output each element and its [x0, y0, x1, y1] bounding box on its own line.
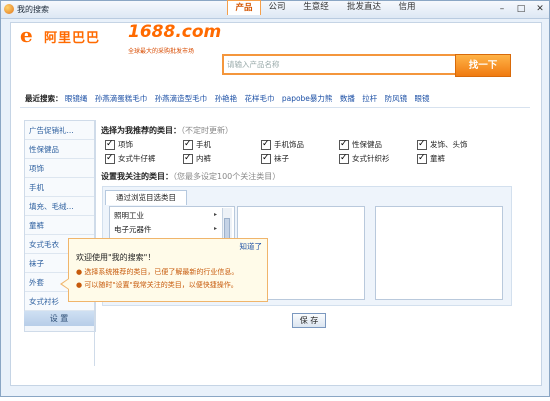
recent-search-link[interactable]: 防风镜 [385, 94, 408, 103]
focus-heading-text: 设置我关注的类目： [101, 172, 173, 181]
category-checkbox[interactable]: 手机 [183, 138, 211, 151]
recent-search-link[interactable]: 眼镜绳 [65, 94, 88, 103]
alibaba-logo[interactable]: e 阿里巴巴 [20, 24, 120, 46]
site-logo-text: 1688.com [128, 22, 222, 42]
checkbox-label: 袜子 [274, 154, 289, 163]
checkbox-icon[interactable] [183, 138, 193, 150]
search-button[interactable]: 找一下 [455, 54, 511, 77]
recent-search-link[interactable]: 眼镜 [415, 94, 430, 103]
search-tab-companies[interactable]: 公司 [262, 0, 292, 14]
category-item[interactable]: 照明工业 [114, 210, 144, 221]
checkbox-icon[interactable] [417, 152, 427, 164]
checkbox-label: 童裤 [430, 154, 445, 163]
category-item[interactable]: 电子元器件 [114, 224, 152, 235]
recommended-note: （不定时更新） [181, 126, 233, 135]
sidebar-item[interactable]: 广告促销礼... [25, 121, 95, 140]
recent-search-link[interactable]: 孙艳艳 [215, 94, 238, 103]
checkbox-icon[interactable] [339, 152, 349, 164]
checkbox-icon[interactable] [105, 152, 115, 164]
tab-browse-categories[interactable]: 通过浏览目选类目 [105, 190, 187, 205]
checkbox-icon[interactable] [105, 138, 115, 150]
category-checkbox[interactable]: 袜子 [261, 152, 289, 165]
recommended-heading: 选择为我推荐的类目：（不定时更新） [101, 125, 233, 136]
maximize-button[interactable]: □ [513, 2, 529, 16]
search-tab-business[interactable]: 生意经 [298, 0, 334, 14]
sidebar-item[interactable]: 性保健品 [25, 140, 95, 159]
checkbox-label: 内裤 [196, 154, 211, 163]
recent-search-link[interactable]: papobe暴力熊 [282, 94, 333, 103]
recent-searches: 最近搜索： 眼镜绳 孙燕滴蛋糕毛巾 孙燕滴造型毛巾 孙艳艳 花样毛巾 papob… [25, 93, 435, 104]
tooltip-line: ● 可以随时"设置"我常关注的类目，以便快捷操作。 [76, 281, 238, 289]
settings-button[interactable]: 设 置 [24, 311, 94, 326]
tooltip-dismiss-link[interactable]: 知道了 [240, 241, 263, 252]
checkbox-label: 女式牛仔裤 [118, 154, 156, 163]
checkbox-label: 女式针织衫 [352, 154, 390, 163]
tooltip-line: ● 选择系统推荐的类目，已便了解最新的行业信息。 [76, 268, 239, 276]
close-button[interactable]: ✕ [532, 2, 548, 16]
search-tab-credit[interactable]: 信用 [394, 0, 420, 14]
checkbox-label: 发饰、头饰 [430, 140, 468, 149]
recent-search-link[interactable]: 孙燕滴造型毛巾 [155, 94, 208, 103]
checkbox-icon[interactable] [417, 138, 427, 150]
site-logo[interactable]: 1688.com 全球最大的采购批发市场 [128, 22, 222, 56]
recent-search-link[interactable]: 拉杆 [362, 94, 377, 103]
category-checkbox[interactable]: 女式针织衫 [339, 152, 390, 165]
chevron-right-icon: ▸ [214, 225, 218, 232]
recommended-heading-text: 选择为我推荐的类目： [101, 126, 181, 135]
scrollbar-thumb[interactable] [224, 218, 230, 240]
recent-search-link[interactable]: 花样毛巾 [244, 94, 274, 103]
focus-note: （您最多设定100个关注类目） [173, 172, 281, 181]
minimize-button[interactable]: – [494, 2, 510, 16]
category-checkbox[interactable]: 性保健品 [339, 138, 382, 151]
welcome-tooltip: 知道了 欢迎使用"我的搜索"！ ● 选择系统推荐的类目，已便了解最新的行业信息。… [68, 238, 268, 302]
recent-searches-label: 最近搜索： [25, 94, 63, 103]
divider [20, 107, 530, 108]
checkbox-icon[interactable] [183, 152, 193, 164]
chevron-right-icon: ▸ [214, 211, 218, 218]
checkbox-icon[interactable] [261, 152, 271, 164]
tooltip-title: 欢迎使用"我的搜索"！ [76, 253, 156, 262]
sidebar-item[interactable]: 填充、毛绒... [25, 197, 95, 216]
sidebar-item[interactable]: 童裤 [25, 216, 95, 235]
checkbox-icon[interactable] [261, 138, 271, 150]
category-checkbox[interactable]: 童裤 [417, 152, 445, 165]
search-tab-wholesale[interactable]: 批发直达 [342, 0, 386, 14]
site-slogan: 全球最大的采购批发市场 [128, 48, 195, 55]
sidebar-item[interactable]: 项饰 [25, 159, 95, 178]
category-column-3[interactable] [375, 206, 503, 300]
alibaba-logo-text: 阿里巴巴 [44, 31, 101, 46]
category-checkbox[interactable]: 项饰 [105, 138, 133, 151]
category-checkbox[interactable]: 女式牛仔裤 [105, 152, 156, 165]
tooltip-pointer-inner [62, 279, 69, 289]
recent-search-link[interactable]: 孙燕滴蛋糕毛巾 [95, 94, 148, 103]
checkbox-label: 性保健品 [352, 140, 382, 149]
checkbox-label: 手机 [196, 140, 211, 149]
category-checkbox[interactable]: 发饰、头饰 [417, 138, 468, 151]
sidebar-item[interactable]: 手机 [25, 178, 95, 197]
app-icon [4, 4, 14, 14]
search-tab-products[interactable]: 产品 [227, 0, 261, 15]
checkbox-label: 项饰 [118, 140, 133, 149]
category-checkbox[interactable]: 内裤 [183, 152, 211, 165]
save-button[interactable]: 保 存 [292, 313, 326, 328]
focus-heading: 设置我关注的类目：（您最多设定100个关注类目） [101, 171, 280, 182]
category-checkbox[interactable]: 手机饰品 [261, 138, 304, 151]
alibaba-logo-mark: e [20, 23, 33, 47]
search-input[interactable]: 请输入产品名称 [222, 54, 459, 75]
recent-search-link[interactable]: 数播 [340, 94, 355, 103]
checkbox-icon[interactable] [339, 138, 349, 150]
checkbox-label: 手机饰品 [274, 140, 304, 149]
window-title: 我的搜索 [17, 5, 49, 14]
